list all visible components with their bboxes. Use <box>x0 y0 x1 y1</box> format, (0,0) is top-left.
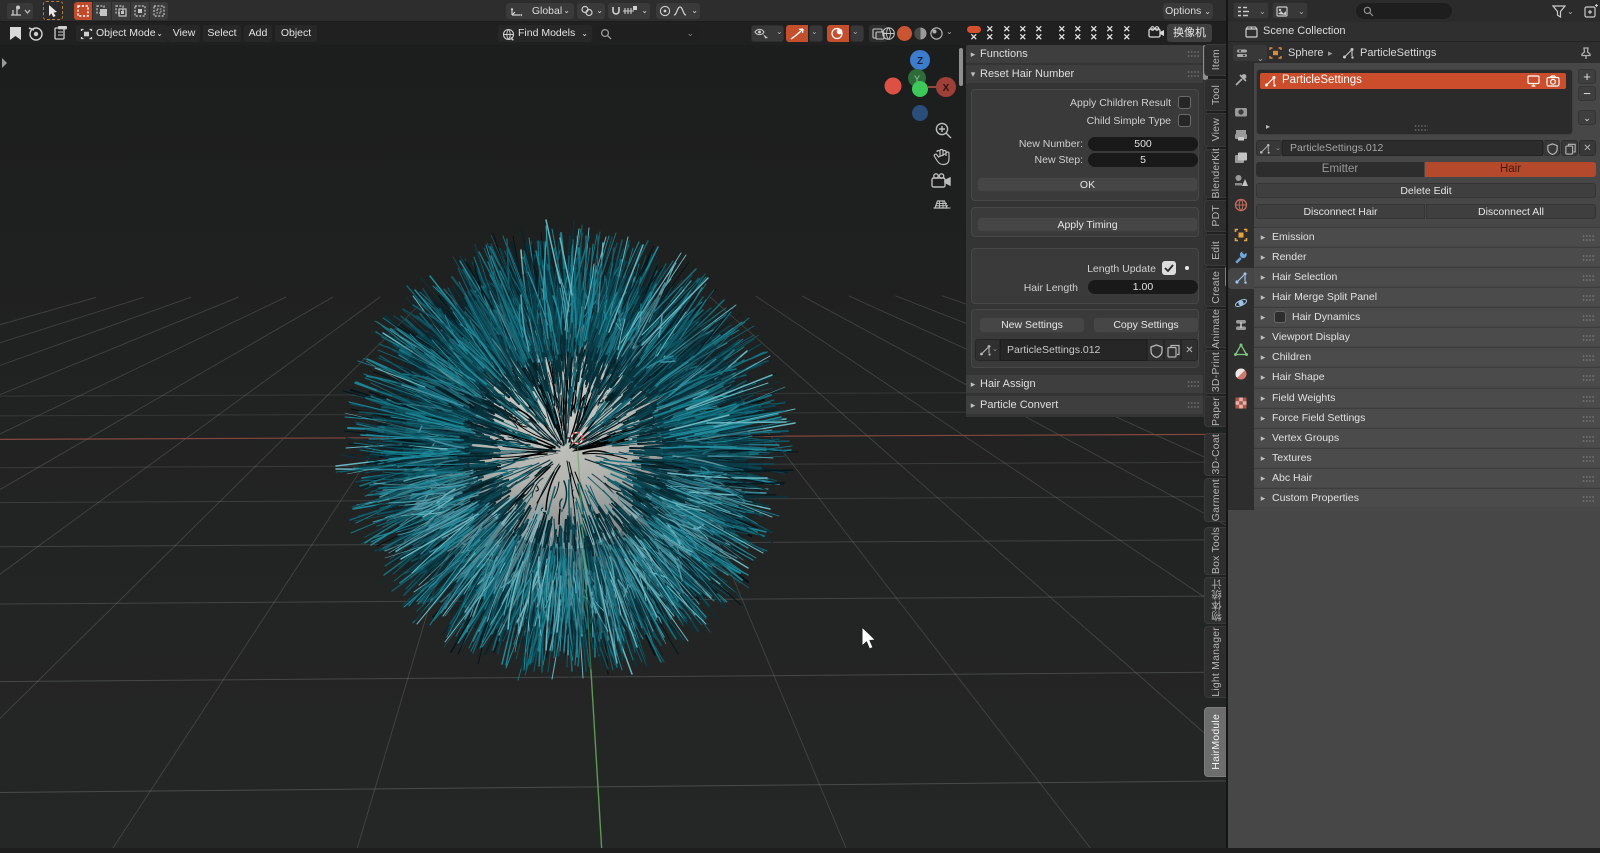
svg-text:X: X <box>943 83 950 94</box>
svg-text:Z: Z <box>917 56 923 67</box>
